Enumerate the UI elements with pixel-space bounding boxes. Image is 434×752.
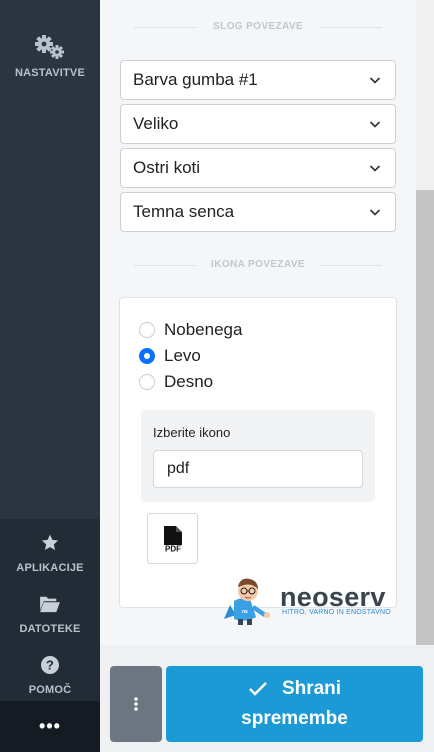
sidebar-item-settings[interactable]: NASTAVITVE <box>0 34 100 79</box>
star-icon <box>40 529 60 557</box>
icon-picker-label: Izberite ikono <box>153 425 231 440</box>
button-corners-select[interactable]: Ostri koti <box>120 148 396 188</box>
gears-icon <box>33 34 67 62</box>
svg-text:ns: ns <box>242 609 248 615</box>
select-value: Ostri koti <box>133 158 201 177</box>
save-label-line2: spremembe <box>241 708 348 729</box>
sidebar-item-files[interactable]: DATOTEKE <box>0 590 100 635</box>
chevron-down-icon <box>369 165 381 172</box>
sidebar-item-label: NASTAVITVE <box>14 67 86 79</box>
icon-search-input[interactable]: pdf <box>153 450 363 488</box>
radio-circle[interactable] <box>139 322 155 338</box>
icon-input-value: pdf <box>167 460 190 477</box>
select-value: Barva gumba #1 <box>133 70 258 89</box>
button-size-select[interactable]: Veliko <box>120 104 396 144</box>
radio-label: Nobenega <box>164 320 243 339</box>
sidebar-item-label: APLIKACIJE <box>16 562 84 574</box>
help-circle-icon: ? <box>40 651 60 679</box>
radio-label: Levo <box>164 346 201 365</box>
sidebar-item-label: DATOTEKE <box>19 623 81 635</box>
sidebar-more-button[interactable]: ••• <box>0 701 100 752</box>
chevron-down-icon <box>369 121 381 128</box>
sidebar-item-help[interactable]: ? POMOČ <box>0 651 100 696</box>
chevron-down-icon <box>369 209 381 216</box>
save-changes-button[interactable]: Shrani spremembe <box>166 666 423 742</box>
pdf-icon-preview[interactable]: PDF <box>147 513 198 564</box>
svg-text:?: ? <box>46 658 54 673</box>
vertical-dots-icon <box>134 697 138 711</box>
radio-label: Desno <box>164 372 214 391</box>
select-value: Temna senca <box>133 202 235 221</box>
radio-right[interactable]: Desno <box>139 372 213 392</box>
radio-circle-selected[interactable] <box>139 348 155 364</box>
pdf-file-icon: PDF <box>163 525 182 553</box>
more-label: ••• <box>39 716 61 736</box>
chevron-down-icon <box>369 77 381 84</box>
button-color-select[interactable]: Barva gumba #1 <box>120 60 396 100</box>
scrollbar-thumb[interactable] <box>416 190 434 645</box>
neoserv-tagline: HITRO, VARNO IN ENOSTAVNO <box>282 609 391 616</box>
radio-circle[interactable] <box>139 374 155 390</box>
sidebar-item-apps[interactable]: APLIKACIJE <box>0 529 100 574</box>
section-title-link-style: SLOG POVEZAVE <box>120 21 396 32</box>
sidebar-item-label: POMOČ <box>28 684 72 696</box>
more-options-button[interactable] <box>110 666 162 742</box>
select-value: Veliko <box>133 114 179 133</box>
save-label-line1: Shrani <box>281 678 342 699</box>
section-title-link-icon: IKONA POVEZAVE <box>120 259 396 270</box>
pdf-label: PDF <box>165 544 181 553</box>
folder-open-icon <box>39 590 61 618</box>
check-icon <box>249 682 267 696</box>
button-shadow-select[interactable]: Temna senca <box>120 192 396 232</box>
radio-none[interactable]: Nobenega <box>139 320 242 340</box>
radio-left[interactable]: Levo <box>139 346 201 366</box>
